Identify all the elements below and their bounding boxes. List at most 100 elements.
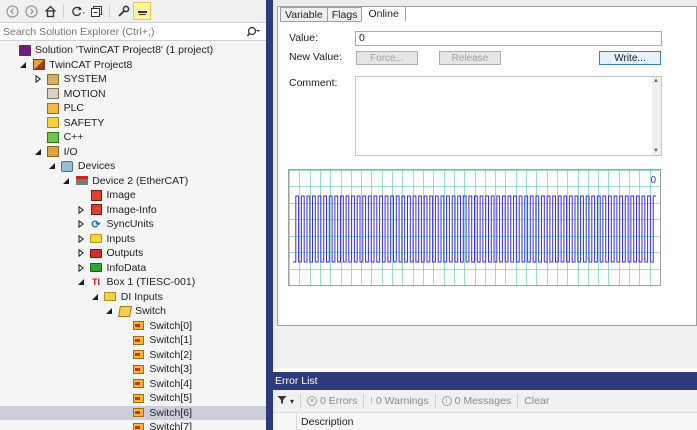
write-button[interactable]: Write... xyxy=(599,51,661,65)
expanded-arrow-icon[interactable] xyxy=(18,60,28,70)
tree-item[interactable]: Switch[3] xyxy=(0,362,266,377)
tree-item-label: Devices xyxy=(77,160,116,173)
tab-online[interactable]: Online xyxy=(361,6,406,22)
warnings-count: 0 Warnings xyxy=(375,395,429,407)
search-bar xyxy=(0,22,266,41)
filter-button[interactable]: ▾ xyxy=(273,395,298,408)
tree-item-label: DI Inputs xyxy=(120,290,163,303)
search-input[interactable] xyxy=(0,25,242,38)
warnings-toggle[interactable]: ! 0 Warnings xyxy=(366,395,432,407)
force-button[interactable]: Force... xyxy=(356,51,418,65)
variable-icon xyxy=(132,393,145,404)
collapsed-arrow-icon[interactable] xyxy=(76,205,86,215)
tree-item[interactable]: Inputs xyxy=(0,232,266,247)
variable-icon xyxy=(132,320,145,331)
clear-button[interactable]: Clear xyxy=(520,395,553,407)
messages-toggle[interactable]: i 0 Messages xyxy=(438,395,516,407)
expanded-arrow-icon[interactable] xyxy=(104,306,114,316)
tree-item-label: Outputs xyxy=(106,247,144,260)
image-info-icon xyxy=(90,204,103,216)
tree-item[interactable]: Switch[0] xyxy=(0,319,266,334)
motion-icon xyxy=(47,88,60,100)
value-field: 0 xyxy=(355,31,662,46)
expanded-arrow-icon[interactable] xyxy=(33,147,43,157)
collapsed-arrow-icon[interactable] xyxy=(33,74,43,84)
tree-item[interactable]: InfoData xyxy=(0,261,266,276)
sync-icon[interactable] xyxy=(68,2,86,20)
info-icon: i xyxy=(441,396,452,406)
solution-tree: Solution 'TwinCAT Project8' (1 project) T… xyxy=(0,43,266,430)
home-icon[interactable] xyxy=(41,2,59,20)
error-list-title: Error List xyxy=(273,372,697,390)
variable-icon xyxy=(132,349,145,360)
tree-item[interactable]: Switch[7] xyxy=(0,420,266,430)
tree-item[interactable]: C++ xyxy=(0,130,266,145)
solution-explorer: Solution 'TwinCAT Project8' (1 project)T… xyxy=(0,0,266,430)
tab-flags[interactable]: Flags xyxy=(326,7,363,22)
tree-item[interactable]: PLC xyxy=(0,101,266,116)
collapsed-arrow-icon[interactable] xyxy=(76,248,86,258)
tree-item[interactable]: ⟳ SyncUnits xyxy=(0,217,266,232)
ethercat-device-icon xyxy=(75,175,88,186)
collapsed-arrow-icon[interactable] xyxy=(76,234,86,244)
expanded-arrow-icon[interactable] xyxy=(76,277,86,287)
tree-item[interactable]: SAFETY xyxy=(0,116,266,131)
scroll-up-icon[interactable]: ▲ xyxy=(653,78,659,84)
tree-item[interactable]: Switch xyxy=(0,304,266,319)
tree-item[interactable]: MOTION xyxy=(0,87,266,102)
chevron-down-icon: ▾ xyxy=(290,396,295,406)
tree-item[interactable]: Switch[6] xyxy=(0,405,266,420)
tree-item[interactable]: Outputs xyxy=(0,246,266,261)
system-icon xyxy=(47,73,60,85)
tree-item-label: Switch[4] xyxy=(149,377,192,390)
panel-splitter[interactable] xyxy=(266,0,273,430)
scroll-down-icon[interactable]: ▼ xyxy=(653,148,659,154)
tree-item[interactable]: I/O xyxy=(0,145,266,160)
tree-item[interactable]: DI Inputs xyxy=(0,290,266,305)
comment-scrollbar[interactable]: ▲ ▼ xyxy=(652,77,661,155)
tree-item-label: PLC xyxy=(63,102,85,115)
comment-field[interactable]: ▲ ▼ xyxy=(355,76,662,156)
warning-icon: ! xyxy=(370,396,373,406)
tree-item[interactable]: Image-Info xyxy=(0,203,266,218)
tree-item[interactable]: Devices xyxy=(0,159,266,174)
tree-item-label: InfoData xyxy=(106,261,147,274)
back-icon[interactable] xyxy=(3,2,21,20)
toolbar-separator xyxy=(109,4,110,18)
tree-item-label: Inputs xyxy=(106,232,136,245)
expanded-arrow-icon[interactable] xyxy=(47,161,57,171)
tree-item[interactable]: SYSTEM xyxy=(0,72,266,87)
value-label: Value: xyxy=(289,32,318,44)
error-list-header: Description xyxy=(273,412,697,430)
column-description-header[interactable]: Description xyxy=(297,416,354,428)
pin-icon[interactable] xyxy=(133,2,151,20)
expanded-arrow-icon[interactable] xyxy=(61,176,71,186)
tree-item[interactable]: Switch[2] xyxy=(0,348,266,363)
collapsed-arrow-icon[interactable] xyxy=(76,219,86,229)
expanded-arrow-icon[interactable] xyxy=(90,292,100,302)
clear-label: Clear xyxy=(524,395,550,407)
tree-item[interactable]: Switch[1] xyxy=(0,333,266,348)
column-icon-header[interactable] xyxy=(273,412,297,430)
tree-item[interactable]: TI Box 1 (TIESC-001) xyxy=(0,275,266,290)
tab-variable[interactable]: Variable xyxy=(280,7,328,22)
properties-icon[interactable] xyxy=(114,2,132,20)
search-icon[interactable] xyxy=(242,26,266,38)
tree-item[interactable]: Device 2 (EtherCAT) xyxy=(0,174,266,189)
filter-icon xyxy=(277,395,287,408)
online-signal-chart: 0 xyxy=(288,169,661,286)
tree-item-label: Image-Info xyxy=(106,203,157,216)
tree-item-label: Device 2 (EtherCAT) xyxy=(92,174,189,187)
tree-item[interactable]: Switch[5] xyxy=(0,391,266,406)
tree-item[interactable]: TwinCAT Project8 xyxy=(0,58,266,73)
collapse-all-icon[interactable] xyxy=(87,2,105,20)
forward-icon[interactable] xyxy=(22,2,40,20)
tree-item[interactable]: Switch[4] xyxy=(0,377,266,392)
project-icon xyxy=(32,59,45,71)
release-button[interactable]: Release xyxy=(439,51,501,65)
error-icon: ✕ xyxy=(307,396,318,406)
tree-item[interactable]: Solution 'TwinCAT Project8' (1 project) xyxy=(0,43,266,58)
tree-item[interactable]: Image xyxy=(0,188,266,203)
collapsed-arrow-icon[interactable] xyxy=(76,263,86,273)
errors-toggle[interactable]: ✕ 0 Errors xyxy=(303,395,361,407)
